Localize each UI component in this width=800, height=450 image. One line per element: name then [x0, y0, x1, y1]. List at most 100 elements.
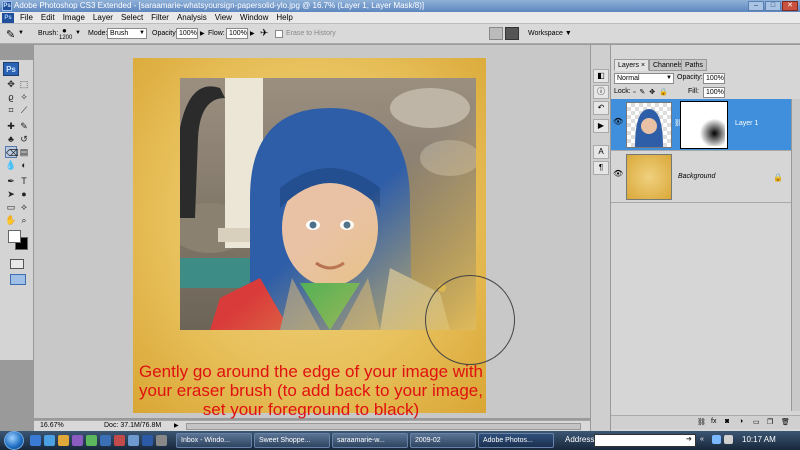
opacity-slider-arrow-icon[interactable]: ▶	[200, 30, 205, 37]
menu-help[interactable]: Help	[272, 13, 296, 22]
opacity-field[interactable]: 100%	[176, 28, 198, 39]
marquee-tool-icon[interactable]: ⬚	[18, 78, 30, 90]
menu-image[interactable]: Image	[59, 13, 89, 22]
app4-quicklaunch-icon[interactable]	[128, 435, 139, 446]
crop-tool-icon[interactable]: ⌗	[5, 104, 17, 116]
menu-layer[interactable]: Layer	[89, 13, 117, 22]
taskbar-sweet-shoppe[interactable]: Sweet Shoppe...	[254, 433, 330, 448]
mode-select[interactable]: Brush ▼	[107, 28, 147, 39]
character-panel-icon[interactable]: A	[593, 145, 609, 159]
network-tray-icon[interactable]	[712, 435, 721, 444]
new-group-icon[interactable]: ▭	[753, 418, 760, 426]
preset-dropdown-arrow-icon[interactable]: ▼	[18, 30, 24, 36]
flow-field[interactable]: 100%	[226, 28, 248, 39]
eyedropper-tool-icon[interactable]: ⟡	[18, 201, 30, 213]
maximize-button[interactable]: □	[765, 1, 781, 11]
hand-tool-icon[interactable]: ✋	[5, 214, 17, 226]
horizontal-scrollbar[interactable]	[186, 423, 581, 430]
magic-wand-tool-icon[interactable]: ✧	[18, 91, 30, 103]
airbrush-icon[interactable]: ✈	[260, 28, 268, 39]
address-go-icon[interactable]: ➔	[686, 435, 692, 443]
brush-tool-icon[interactable]: ✎	[18, 120, 30, 132]
ie-quicklaunch-icon[interactable]	[44, 435, 55, 446]
type-tool-icon[interactable]: T	[18, 175, 30, 187]
folder-quicklaunch-icon[interactable]	[58, 435, 69, 446]
tray-expand-icon[interactable]: «	[700, 436, 704, 443]
move-tool-icon[interactable]: ✥	[5, 78, 17, 90]
layer-1-thumbnail[interactable]	[626, 102, 672, 148]
app5-quicklaunch-icon[interactable]	[142, 435, 153, 446]
info-panel-icon[interactable]: ⓘ	[593, 85, 609, 99]
lasso-tool-icon[interactable]: ϱ	[5, 91, 17, 103]
menu-file[interactable]: File	[16, 13, 37, 22]
menu-filter[interactable]: Filter	[147, 13, 173, 22]
flow-slider-arrow-icon[interactable]: ▶	[250, 30, 255, 37]
link-layers-icon[interactable]: ⛓	[697, 418, 706, 426]
app2-quicklaunch-icon[interactable]	[100, 435, 111, 446]
brush-tip-icon[interactable]: ●	[62, 26, 67, 35]
adjustment-layer-icon[interactable]: ◑	[739, 418, 743, 425]
layer-row-layer-1[interactable]: 👁 ⛓ Layer 1	[611, 99, 791, 151]
tab-layers[interactable]: Layers ×	[614, 59, 650, 71]
taskbar-saraamarie[interactable]: saraamarie-w...	[332, 433, 408, 448]
background-visibility-eye-icon[interactable]: 👁	[613, 169, 623, 181]
minimize-button[interactable]: –	[748, 1, 764, 11]
screen-mode-icon[interactable]	[10, 274, 26, 285]
healing-brush-tool-icon[interactable]: ✚	[5, 120, 17, 132]
layer-opacity-field[interactable]: 100%	[703, 73, 725, 84]
layer-style-icon[interactable]: fx	[711, 418, 716, 425]
navigator-panel-icon[interactable]: ◧	[593, 69, 609, 83]
zoom-level[interactable]: 16.67%	[40, 421, 64, 431]
close-button[interactable]: ✕	[782, 1, 798, 11]
path-selection-tool-icon[interactable]: ➤	[5, 188, 17, 200]
background-layer-name[interactable]: Background	[678, 173, 715, 180]
volume-tray-icon[interactable]	[724, 435, 733, 444]
fill-field[interactable]: 100%	[703, 87, 725, 98]
layers-scrollbar[interactable]	[791, 99, 800, 411]
history-brush-tool-icon[interactable]: ↺	[18, 133, 30, 145]
actions-panel-icon[interactable]: ▶	[593, 119, 609, 133]
layer-visibility-eye-icon[interactable]: 👁	[613, 117, 623, 129]
delete-layer-icon[interactable]: 🗑	[781, 418, 790, 426]
shape-tool-icon[interactable]: ●	[18, 188, 30, 200]
taskbar-inbox[interactable]: Inbox - Windo...	[176, 433, 252, 448]
brush-picker-arrow-icon[interactable]: ▼	[75, 30, 81, 36]
paragraph-panel-icon[interactable]: ¶	[593, 161, 609, 175]
erase-to-history-checkbox[interactable]	[275, 30, 283, 38]
taskbar-2009-02[interactable]: 2009-02	[410, 433, 476, 448]
tab-paths[interactable]: Paths	[681, 59, 707, 71]
menu-view[interactable]: View	[211, 13, 236, 22]
new-layer-icon[interactable]: ❐	[767, 418, 773, 426]
pen-tool-icon[interactable]: ✒	[5, 175, 17, 187]
foreground-color-swatch[interactable]	[8, 230, 21, 243]
tablet-pressure-icon[interactable]	[489, 27, 503, 40]
menu-analysis[interactable]: Analysis	[173, 13, 211, 22]
blend-mode-select[interactable]: Normal ▼	[614, 73, 674, 84]
workspace-menu[interactable]: Workspace ▼	[528, 24, 572, 44]
notes-tool-icon[interactable]: ▭	[5, 201, 17, 213]
app-quicklaunch-icon[interactable]	[86, 435, 97, 446]
clone-stamp-tool-icon[interactable]: ♣	[5, 133, 17, 145]
background-thumbnail[interactable]	[626, 154, 672, 200]
app6-quicklaunch-icon[interactable]	[156, 435, 167, 446]
address-input[interactable]	[594, 434, 696, 447]
gradient-tool-icon[interactable]: ▤	[18, 146, 30, 158]
zoom-tool-icon[interactable]: ⌕	[18, 214, 30, 226]
eraser-tool-preset-icon[interactable]: ✎	[6, 28, 15, 41]
history-panel-icon[interactable]: ↶	[593, 101, 609, 115]
blur-tool-icon[interactable]: 💧	[5, 159, 17, 171]
show-desktop-icon[interactable]	[30, 435, 41, 446]
photoshop-logo-icon[interactable]: Ps	[2, 12, 14, 23]
lock-options-icons[interactable]: ▫ ✎ ✥ 🔒	[633, 88, 669, 96]
app3-quicklaunch-icon[interactable]	[114, 435, 125, 446]
slice-tool-icon[interactable]: ⟋	[18, 104, 30, 116]
dodge-tool-icon[interactable]: ◐	[18, 159, 30, 171]
taskbar-adobe-photoshop[interactable]: Adobe Photos...	[478, 433, 554, 448]
add-mask-icon[interactable]: ◙	[725, 418, 729, 425]
layer-mask-thumbnail[interactable]	[680, 101, 728, 149]
menu-window[interactable]: Window	[236, 13, 272, 22]
quick-mask-icon[interactable]	[10, 259, 24, 269]
layer-row-background[interactable]: 👁 Background 🔒	[611, 151, 791, 203]
layer-1-name[interactable]: Layer 1	[735, 120, 758, 127]
eraser-tool-icon[interactable]: ⌫	[5, 146, 19, 158]
